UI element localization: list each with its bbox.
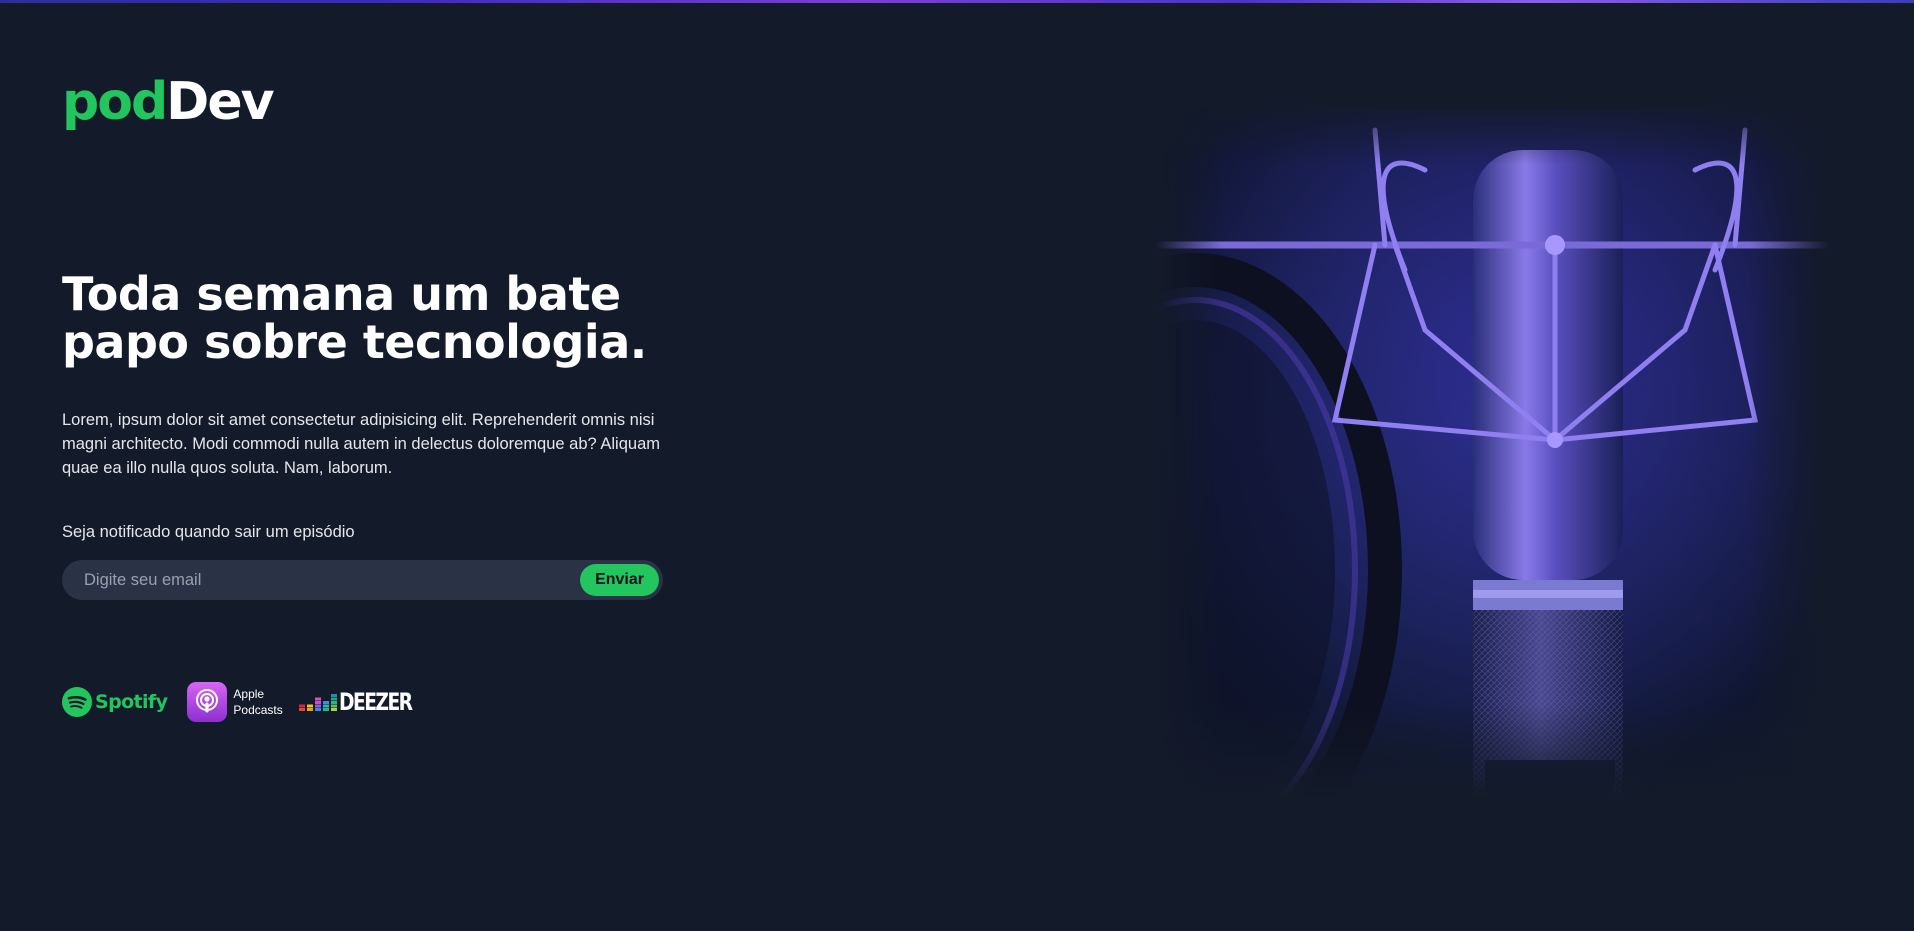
podcast-logo[interactable]: podDev: [62, 70, 275, 134]
top-gradient-strip: [0, 0, 1914, 3]
spotify-icon: [62, 687, 92, 717]
subscribe-label: Seja notificado quando sair um episódio: [62, 523, 355, 541]
send-button[interactable]: Enviar: [580, 564, 659, 596]
deezer-link[interactable]: DEEZER: [298, 688, 432, 716]
spotify-label: Spotify: [95, 691, 168, 713]
apple-label-line2: Podcasts: [233, 703, 283, 717]
platform-links: Spotify Apple Podcasts DEEZER: [62, 682, 432, 722]
apple-label-line1: Apple: [233, 687, 265, 701]
microphone-illustration: [1155, 110, 1830, 800]
landing-page: podDev Toda semana um bate papo sobre te…: [0, 0, 1914, 931]
hero-description: Lorem, ipsum dolor sit amet consectetur …: [62, 411, 660, 477]
apple-podcasts-link[interactable]: Apple Podcasts: [187, 682, 283, 722]
subscribe-form: Enviar: [62, 560, 663, 600]
apple-podcasts-icon: [187, 682, 228, 722]
logo-pod-text: pod: [62, 72, 168, 132]
apple-podcasts-label: Apple Podcasts: [233, 686, 282, 718]
logo-dev-text: Dev: [166, 72, 274, 132]
email-input[interactable]: [82, 561, 581, 599]
hero-headline: Toda semana um bate papo sobre tecnologi…: [62, 267, 647, 369]
microphone-photo: [1155, 110, 1830, 800]
deezer-label: DEEZER: [338, 688, 413, 716]
spotify-link[interactable]: Spotify: [62, 687, 168, 717]
deezer-icon: [298, 694, 337, 711]
